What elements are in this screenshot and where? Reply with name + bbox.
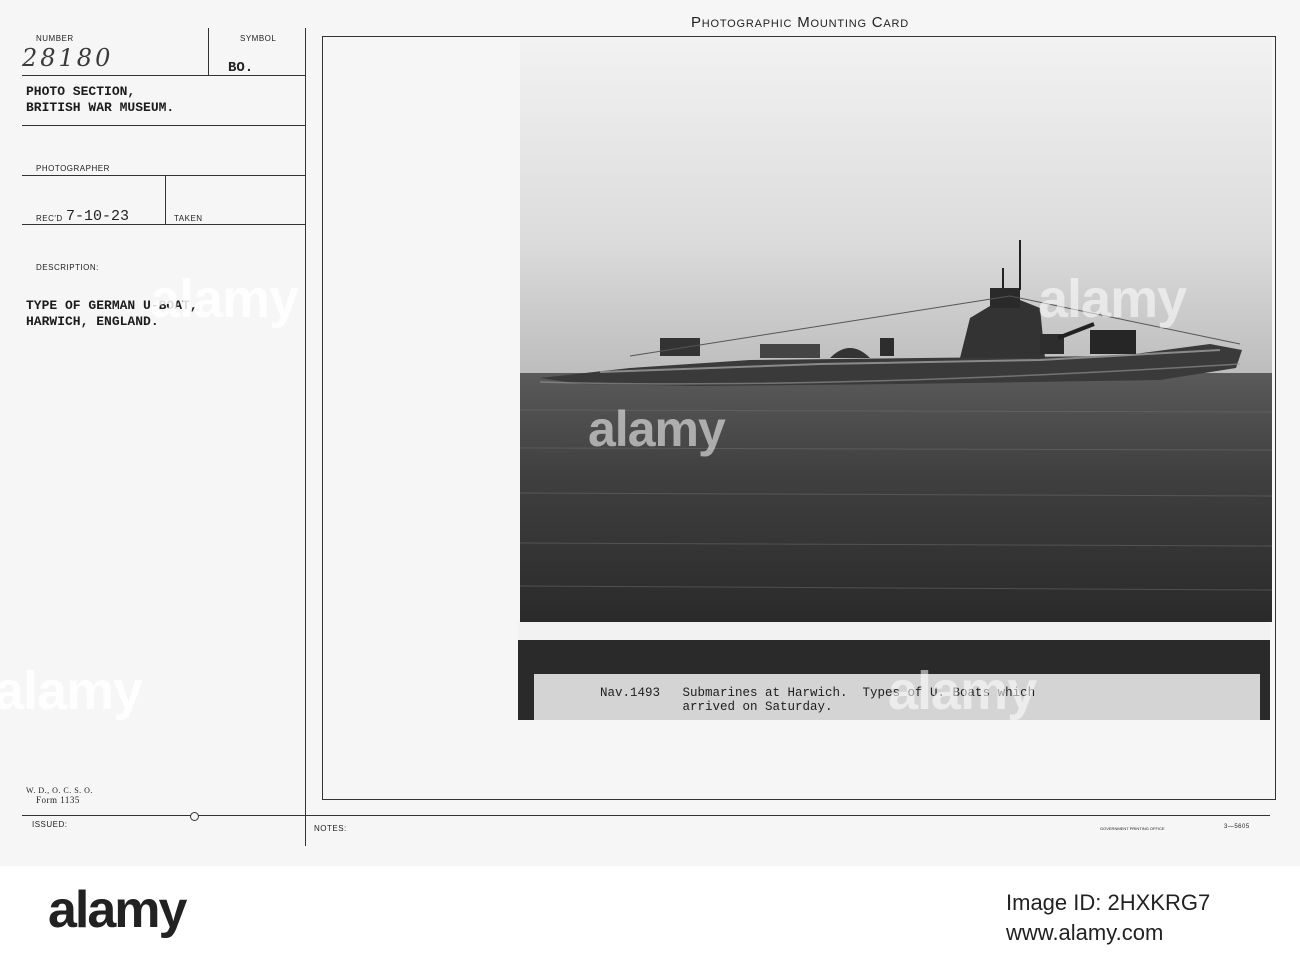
watermark-5: alamy bbox=[888, 661, 1037, 721]
recd-taken-divider bbox=[165, 176, 166, 224]
printing-office: GOVERNMENT PRINTING OFFICE bbox=[1100, 826, 1165, 831]
source-line-1: PHOTO SECTION, bbox=[26, 84, 136, 99]
taken-label: TAKEN bbox=[174, 214, 203, 223]
description-line-2: HARWICH, ENGLAND. bbox=[26, 314, 159, 329]
rule-1 bbox=[22, 75, 306, 76]
card-title: Photographic Mounting Card bbox=[690, 14, 910, 31]
watermark-3: alamy bbox=[1038, 269, 1187, 329]
footer-image-id: Image ID: 2HXKRG7 bbox=[1006, 890, 1211, 915]
recd-label: REC'D bbox=[36, 214, 63, 223]
left-column-divider bbox=[305, 28, 306, 846]
number-label: NUMBER bbox=[36, 34, 74, 43]
form-line-2: Form 1135 bbox=[36, 795, 80, 805]
issued-label: ISSUED: bbox=[32, 820, 68, 829]
footer-url: www.alamy.com bbox=[1006, 920, 1164, 945]
form-line-1: W. D., O. C. S. O. bbox=[26, 786, 93, 795]
number-value: 28180 bbox=[22, 44, 114, 72]
caption-white-strip bbox=[518, 622, 1270, 640]
mounting-card: Photographic Mounting Card NUMBER SYMBOL… bbox=[0, 0, 1300, 866]
notes-rule bbox=[306, 815, 1270, 816]
watermark-4: alamy bbox=[0, 661, 143, 721]
description-label: DESCRIPTION: bbox=[36, 263, 99, 272]
photographer-label: PHOTOGRAPHER bbox=[36, 164, 110, 173]
number-symbol-divider bbox=[208, 28, 209, 76]
symbol-label: SYMBOL bbox=[240, 34, 277, 43]
recd-value: 7-10-23 bbox=[66, 208, 130, 225]
symbol-value: BO. bbox=[228, 60, 254, 76]
notes-label: NOTES: bbox=[314, 824, 347, 833]
watermark-2: alamy bbox=[588, 401, 726, 457]
issued-rule bbox=[22, 815, 306, 816]
footer-logo: alamy bbox=[48, 881, 187, 939]
rule-3 bbox=[22, 175, 306, 176]
printing-code: 3—5605 bbox=[1224, 824, 1250, 830]
source-line-2: BRITISH WAR MUSEUM. bbox=[26, 100, 175, 115]
hole-mark bbox=[190, 812, 199, 821]
rule-4 bbox=[22, 224, 306, 225]
watermark-1: alamy bbox=[150, 269, 299, 329]
submarine-photo bbox=[520, 38, 1272, 622]
rule-2 bbox=[22, 125, 306, 126]
